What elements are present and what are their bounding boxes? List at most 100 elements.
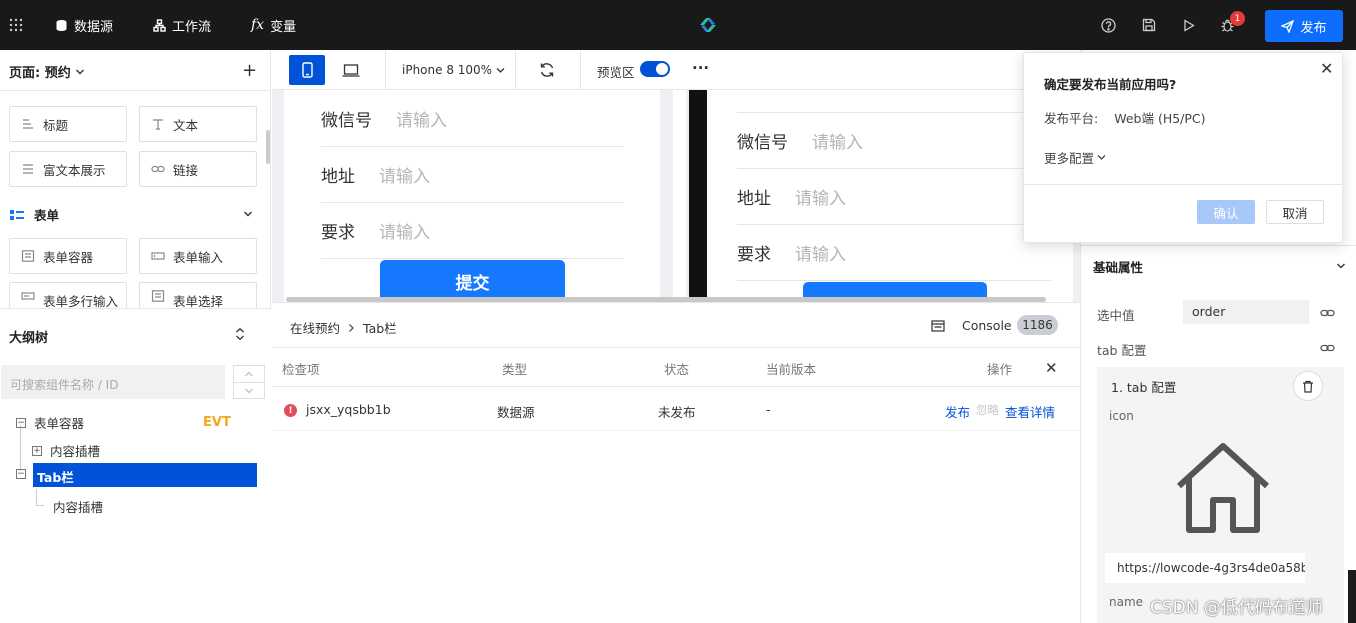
variables-button[interactable]: fx 变量 (251, 0, 296, 50)
chevron-up-icon (245, 371, 253, 377)
tab-card-title: 1. tab 配置 (1111, 380, 1177, 395)
notification-badge: 1 (1230, 11, 1245, 26)
console-icon (931, 320, 945, 335)
more-config-toggle[interactable]: 更多配置 (1044, 148, 1106, 167)
workflow-button[interactable]: 工作流 (153, 0, 211, 50)
divider (1024, 184, 1342, 185)
publish-button[interactable]: 发布 (1265, 10, 1343, 42)
component-form-input[interactable]: 表单输入 (139, 238, 257, 274)
submit-button[interactable]: 提交 (380, 260, 565, 302)
component-text[interactable]: 文本 (139, 106, 257, 142)
form-row-address-right[interactable]: 地址 请输入 (737, 169, 1051, 225)
phone-frame-bezel (689, 90, 707, 302)
tree-guide (36, 489, 37, 505)
close-icon[interactable]: ✕ (1320, 59, 1333, 78)
phone-preview-right: 微信号 请输入 地址 请输入 要求 请输入 (707, 90, 1073, 302)
help-icon[interactable] (1101, 18, 1116, 33)
component-heading[interactable]: 标题 (9, 106, 127, 142)
chevron-down-icon (1097, 155, 1106, 160)
divider (272, 386, 1080, 387)
datasource-button[interactable]: 数据源 (55, 0, 113, 50)
field-placeholder: 请输入 (396, 111, 447, 131)
save-icon[interactable] (1142, 18, 1156, 32)
page-selector[interactable]: 页面: 预约 (9, 62, 85, 81)
platform-label: 发布平台: (1044, 111, 1099, 126)
delete-tab-button[interactable] (1293, 371, 1323, 401)
preview-toggle[interactable] (640, 61, 670, 77)
preview-label: 预览区 (597, 65, 635, 80)
tree-node-tab-collapse[interactable]: − (16, 469, 26, 479)
collapse-icon[interactable]: − (16, 469, 26, 479)
breadcrumb-item[interactable]: Tab栏 (363, 318, 397, 337)
link-bind-icon[interactable] (1320, 342, 1335, 356)
chevron-down-icon[interactable] (243, 207, 253, 221)
publish-confirm-popover: 确定要发布当前应用吗? ✕ 发布平台: Web端 (H5/PC) 更多配置 确认… (1023, 52, 1343, 243)
collapse-icon[interactable]: − (16, 417, 26, 428)
chevron-down-icon (496, 67, 505, 73)
check-item-version: - (766, 402, 771, 417)
tree-node-content-slot-2[interactable]: 内容插槽 (53, 497, 103, 516)
phone-frame-edge (673, 90, 686, 302)
tree-node-form-container[interactable]: − 表单容器 (16, 413, 84, 432)
component-form-select[interactable]: 表单选择 (139, 282, 257, 309)
component-label: 文本 (173, 117, 199, 133)
check-table: 检查项 类型 状态 当前版本 操作 ✕ ! jsxx_yqsbb1b 数据源 未… (272, 348, 1080, 623)
field-placeholder: 请输入 (379, 167, 430, 187)
chevron-down-icon[interactable] (1336, 259, 1346, 273)
divider (272, 430, 1080, 431)
home-icon[interactable] (1175, 442, 1271, 537)
form-row-requirements-right[interactable]: 要求 请输入 (737, 225, 1051, 281)
heading-icon (21, 118, 35, 130)
expand-icon[interactable]: + (32, 445, 42, 456)
textarea-icon (21, 290, 35, 302)
component-rich-text[interactable]: 富文本展示 (9, 151, 127, 187)
run-icon[interactable] (1183, 19, 1195, 32)
tree-node-tab-bar[interactable]: Tab栏 (33, 463, 257, 487)
mobile-view-button[interactable] (289, 55, 325, 85)
selected-value-label: 选中值 (1097, 308, 1135, 323)
component-label: 表单容器 (43, 249, 94, 265)
device-selector[interactable]: iPhone 8 100% (402, 63, 505, 77)
breadcrumb-item[interactable]: 在线预约 (290, 318, 340, 337)
tab-config-label: tab 配置 (1097, 343, 1147, 358)
form-section-header[interactable]: 表单 (10, 205, 59, 224)
form-row-address[interactable]: 地址 请输入 (321, 147, 624, 203)
close-icon[interactable]: ✕ (1045, 359, 1058, 377)
selected-value-input[interactable]: order (1183, 300, 1309, 324)
confirm-button[interactable]: 确认 (1197, 200, 1255, 224)
row-ignore-link[interactable]: 忽略 (976, 402, 999, 418)
component-scrollbar[interactable] (266, 130, 270, 164)
watermark: CSDN @低代码布道师 (1150, 598, 1323, 618)
component-form-container[interactable]: 表单容器 (9, 238, 127, 274)
more-icon[interactable]: ··· (692, 59, 709, 77)
desktop-view-button[interactable] (333, 55, 369, 85)
divider (385, 50, 386, 90)
expand-collapse-icon[interactable] (234, 327, 246, 344)
search-stepper[interactable] (233, 365, 265, 399)
add-page-button[interactable]: + (242, 60, 257, 81)
row-details-link[interactable]: 查看详情 (1005, 402, 1055, 421)
icon-url-input[interactable]: https://lowcode-4g3rs4de0a58b0 (1105, 553, 1305, 583)
row-publish-link[interactable]: 发布 (945, 402, 970, 421)
breadcrumb: 在线预约 Tab栏 (290, 318, 397, 337)
component-label: 富文本展示 (43, 162, 106, 178)
tree-node-content-slot[interactable]: + 内容插槽 (32, 441, 100, 460)
name-label: name (1109, 595, 1144, 609)
icon-label: icon (1109, 409, 1134, 423)
apps-grid-icon[interactable] (9, 0, 23, 50)
field-label: 微信号 (321, 111, 372, 131)
fx-icon: fx (251, 17, 265, 33)
field-label: 地址 (321, 167, 355, 187)
publish-label: 发布 (1300, 20, 1327, 36)
component-link[interactable]: 链接 (139, 151, 257, 187)
form-row-wechat[interactable]: 微信号 请输入 (321, 91, 624, 147)
form-row-requirements[interactable]: 要求 请输入 (321, 203, 624, 259)
form-row-wechat-right[interactable]: 微信号 请输入 (737, 113, 1051, 169)
refresh-icon[interactable] (539, 62, 555, 81)
cancel-button[interactable]: 取消 (1266, 200, 1324, 224)
link-bind-icon[interactable] (1320, 307, 1335, 321)
link-icon (151, 163, 165, 175)
component-form-textarea[interactable]: 表单多行输入 (9, 282, 127, 309)
console-label[interactable]: Console (962, 318, 1012, 333)
component-search-input[interactable]: 可搜索组件名称 / ID (1, 365, 225, 399)
